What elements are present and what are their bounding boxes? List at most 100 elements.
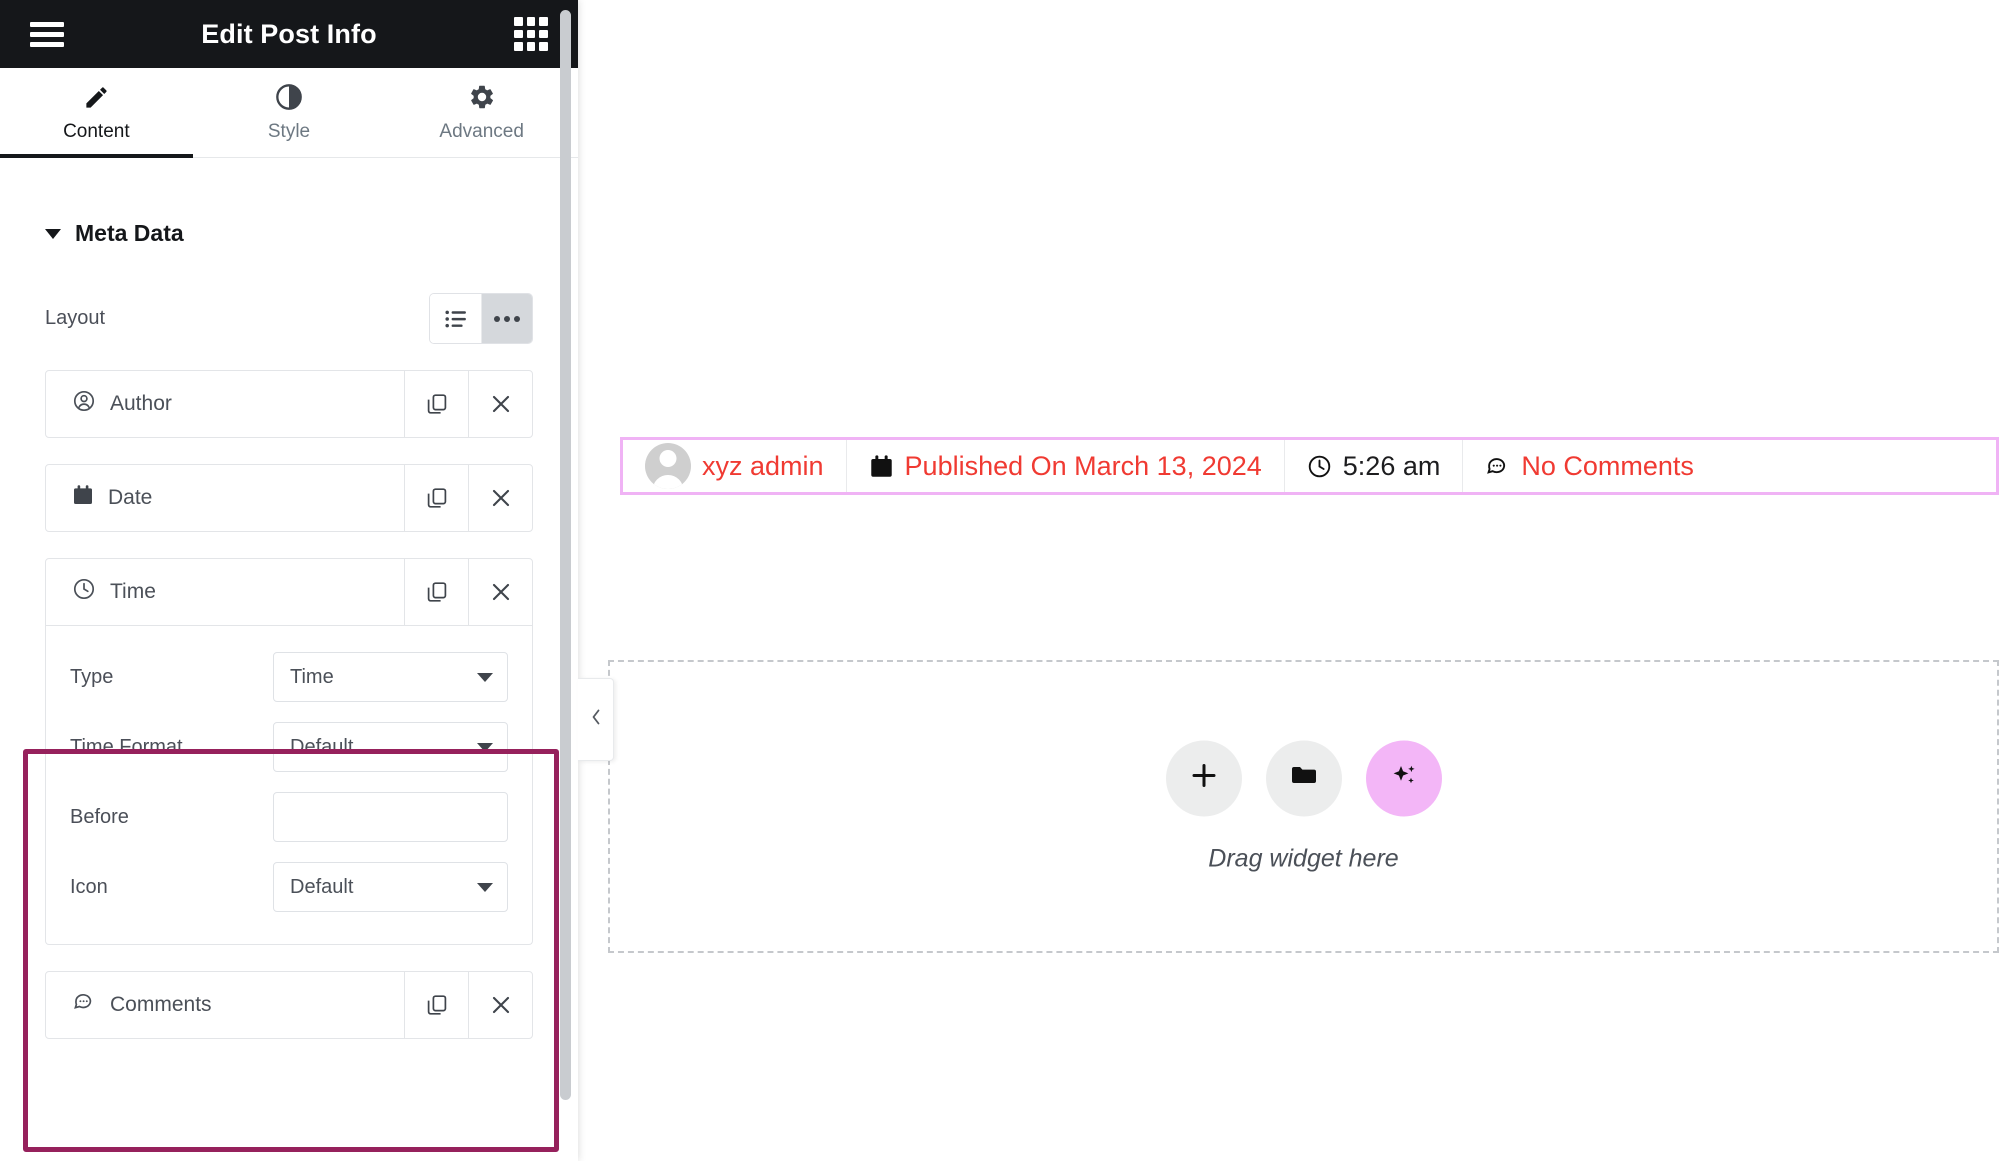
repeater-header-date[interactable]: Date xyxy=(45,464,533,532)
dropzone-inner: Drag widget here xyxy=(610,740,1997,873)
widget-dropzone[interactable]: Drag widget here xyxy=(608,660,1999,953)
repeater-title-date[interactable]: Date xyxy=(46,465,404,531)
tab-advanced-label: Advanced xyxy=(439,121,524,142)
chevron-down-icon xyxy=(477,672,493,682)
field-time-format-label: Time Format xyxy=(70,735,183,758)
panel-title: Edit Post Info xyxy=(201,18,377,49)
meta-item-comments[interactable]: No Comments xyxy=(1462,440,1716,492)
gear-icon xyxy=(468,82,496,112)
post-info-meta-bar[interactable]: xyz admin Published On March 13, 2024 5:… xyxy=(620,437,1999,495)
repeater-header-comments[interactable]: Comments xyxy=(45,971,533,1039)
meta-comments-text: No Comments xyxy=(1521,450,1694,481)
dropzone-buttons xyxy=(1165,740,1442,816)
repeater-label: Time xyxy=(110,580,156,603)
add-template-button[interactable] xyxy=(1265,740,1342,816)
field-icon: Icon Default xyxy=(70,862,508,912)
field-time-format: Time Format Default xyxy=(70,722,508,772)
folder-icon xyxy=(1289,761,1319,796)
comment-dots-icon xyxy=(1485,454,1510,479)
add-widget-button[interactable] xyxy=(1165,740,1242,816)
repeater-label: Date xyxy=(108,486,153,509)
repeater-title-comments[interactable]: Comments xyxy=(46,972,404,1038)
tab-advanced[interactable]: Advanced xyxy=(385,68,578,157)
repeater-header-time[interactable]: Time xyxy=(45,558,533,626)
tab-content-label: Content xyxy=(63,121,130,142)
dots-horizontal-icon xyxy=(494,315,520,322)
editor-screen: Edit Post Info Content Style Advanced Me… xyxy=(0,0,1999,1161)
meta-item-author[interactable]: xyz admin xyxy=(623,440,846,492)
meta-time-text: 5:26 am xyxy=(1342,450,1441,481)
editor-panel: Edit Post Info Content Style Advanced Me… xyxy=(0,0,578,1161)
chevron-down-icon xyxy=(477,742,493,752)
layout-label: Layout xyxy=(45,307,106,329)
preview-canvas: xyz admin Published On March 13, 2024 5:… xyxy=(578,0,1999,1161)
calendar-icon xyxy=(869,454,894,479)
type-select-value: Time xyxy=(290,665,334,688)
remove-time-button[interactable] xyxy=(468,559,532,625)
remove-author-button[interactable] xyxy=(468,371,532,437)
repeater-label: Author xyxy=(110,392,172,415)
calendar-icon xyxy=(72,484,94,512)
clock-icon xyxy=(72,577,96,607)
field-icon-label: Icon xyxy=(70,875,108,898)
layout-option-inline[interactable] xyxy=(481,294,532,343)
tab-style[interactable]: Style xyxy=(193,68,386,157)
icon-select-value: Default xyxy=(290,875,354,898)
meta-item-date[interactable]: Published On March 13, 2024 xyxy=(845,440,1284,492)
field-before-label: Before xyxy=(70,805,129,828)
time-format-select-value: Default xyxy=(290,735,354,758)
layout-control-row: Layout xyxy=(45,293,533,344)
field-before: Before xyxy=(70,792,508,842)
annotation-arrow xyxy=(1995,237,1999,422)
dropzone-label: Drag widget here xyxy=(1208,844,1399,872)
duplicate-date-button[interactable] xyxy=(404,465,468,531)
ai-sparkle-icon xyxy=(1388,760,1420,797)
comment-dots-icon xyxy=(72,990,96,1020)
remove-date-button[interactable] xyxy=(468,465,532,531)
plus-icon xyxy=(1188,760,1220,797)
tab-style-label: Style xyxy=(267,121,311,142)
pencil-icon xyxy=(83,82,110,112)
repeater-item-author: Author xyxy=(45,370,533,438)
time-format-select[interactable]: Default xyxy=(273,722,508,772)
panel-body: Meta Data Layout Author Date Time Type T… xyxy=(0,158,578,1161)
layout-toggle-group xyxy=(429,293,533,344)
chevron-down-icon xyxy=(45,228,61,239)
ai-builder-button[interactable] xyxy=(1365,740,1442,816)
tab-content[interactable]: Content xyxy=(0,68,193,158)
repeater-label: Comments xyxy=(110,993,212,1016)
repeater-item-comments: Comments xyxy=(45,971,533,1039)
chevron-left-icon xyxy=(588,706,604,733)
duplicate-comments-button[interactable] xyxy=(404,972,468,1038)
grid-apps-icon[interactable] xyxy=(514,17,548,51)
meta-date-text: Published On March 13, 2024 xyxy=(904,450,1262,481)
repeater-header-author[interactable]: Author xyxy=(45,370,533,438)
icon-select[interactable]: Default xyxy=(273,862,508,912)
repeater-item-date: Date xyxy=(45,464,533,532)
panel-header: Edit Post Info xyxy=(0,0,578,68)
panel-collapse-handle[interactable] xyxy=(578,678,614,761)
hamburger-icon[interactable] xyxy=(30,21,64,47)
repeater-title-time[interactable]: Time xyxy=(46,559,404,625)
layout-option-list[interactable] xyxy=(430,294,481,343)
before-input-wrap xyxy=(273,792,508,842)
before-input[interactable] xyxy=(274,793,507,841)
panel-tabs: Content Style Advanced xyxy=(0,68,578,158)
remove-comments-button[interactable] xyxy=(468,972,532,1038)
section-title-label: Meta Data xyxy=(75,220,184,246)
panel-scrollbar[interactable] xyxy=(560,0,571,1161)
repeater-title-author[interactable]: Author xyxy=(46,371,404,437)
repeater-item-time: Time Type Time Time Format Default Befor… xyxy=(45,558,533,945)
duplicate-time-button[interactable] xyxy=(404,559,468,625)
duplicate-author-button[interactable] xyxy=(404,371,468,437)
section-meta-data[interactable]: Meta Data xyxy=(45,158,533,247)
meta-author-text: xyz admin xyxy=(702,450,824,481)
clock-icon xyxy=(1307,454,1332,479)
user-circle-icon xyxy=(72,389,96,419)
repeater-body-time: Type Time Time Format Default Before Ico… xyxy=(45,626,533,945)
meta-item-time[interactable]: 5:26 am xyxy=(1283,440,1463,492)
chevron-down-icon xyxy=(477,882,493,892)
field-type-label: Type xyxy=(70,665,114,688)
type-select[interactable]: Time xyxy=(273,652,508,702)
contrast-icon xyxy=(275,82,303,112)
